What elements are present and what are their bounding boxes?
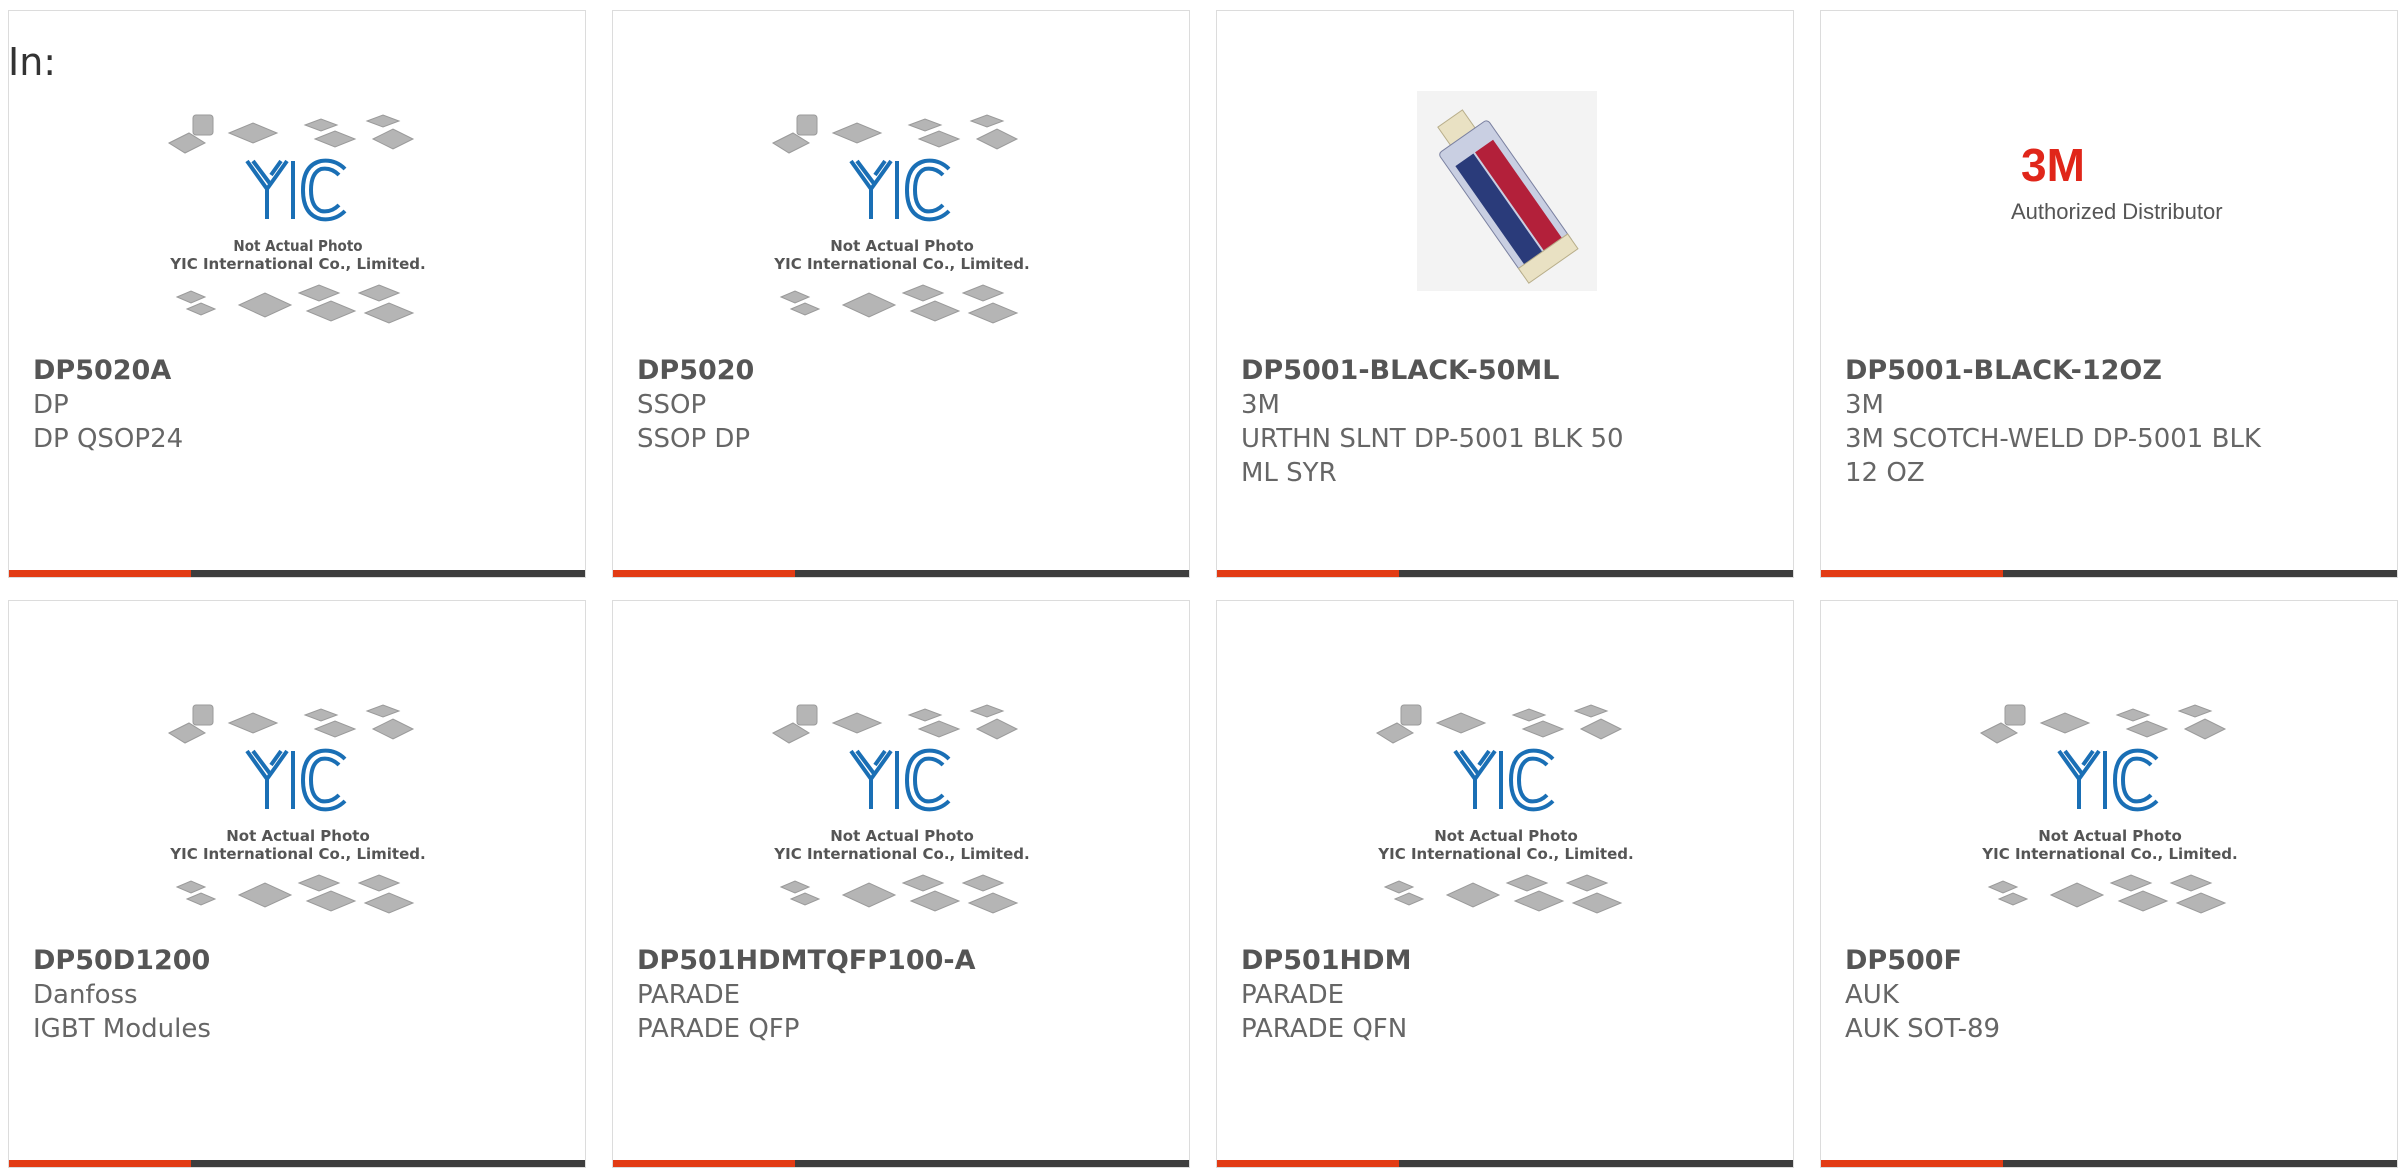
svg-text:YIC International Co., Limited: YIC International Co., Limited. — [773, 255, 1029, 273]
svg-text:Authorized Distributor: Authorized Distributor — [2011, 199, 2223, 224]
accent-segment — [1217, 1160, 1399, 1167]
description: PARADE QFN — [1241, 1014, 1408, 1044]
svg-text:YIC International Co., Limited: YIC International Co., Limited. — [1377, 845, 1633, 863]
product-image-placeholder: Not Actual Photo YIC International Co., … — [167, 114, 426, 324]
card-footer-bar — [1821, 570, 2397, 577]
product-card[interactable]: Not Actual Photo YIC International Co., … — [8, 600, 586, 1168]
product-card[interactable]: Not Actual Photo YIC International Co., … — [1820, 600, 2398, 1168]
svg-text:Not Actual Photo: Not Actual Photo — [233, 237, 362, 255]
manufacturer: 3M — [1241, 390, 1280, 420]
svg-text:Not Actual Photo: Not Actual Photo — [226, 827, 370, 845]
part-number[interactable]: DP5020A — [33, 354, 565, 388]
product-image-placeholder: Not Actual Photo YIC International Co., … — [1979, 704, 2238, 914]
card-footer-bar — [9, 570, 585, 577]
card-footer-bar — [1217, 570, 1793, 577]
product-info: DP501HDMTQFP100-A PARADE PARADE QFP — [637, 944, 1169, 1046]
product-info: DP500F AUK AUK SOT-89 — [1845, 944, 2377, 1046]
part-number[interactable]: DP50D1200 — [33, 944, 565, 978]
description: PARADE QFP — [637, 1014, 800, 1044]
description: AUK SOT-89 — [1845, 1014, 2001, 1044]
svg-text:Not Actual Photo: Not Actual Photo — [830, 827, 974, 845]
manufacturer: AUK — [1845, 980, 1899, 1010]
product-card[interactable]: DP5001-BLACK-50ML 3M URTHN SLNT DP-5001 … — [1216, 10, 1794, 578]
part-number[interactable]: DP501HDM — [1241, 944, 1773, 978]
svg-text:YIC International Co., Limited: YIC International Co., Limited. — [169, 255, 425, 273]
card-footer-bar — [613, 1160, 1189, 1167]
svg-text:YIC International Co., Limited: YIC International Co., Limited. — [1981, 845, 2237, 863]
product-card[interactable]: Not Actual Photo YIC International Co., … — [612, 600, 1190, 1168]
manufacturer: Danfoss — [33, 980, 138, 1010]
product-info: DP5001-BLACK-12OZ 3M 3M SCOTCH-WELD DP-5… — [1845, 354, 2377, 490]
part-number[interactable]: DP500F — [1845, 944, 2377, 978]
svg-text:Not Actual Photo: Not Actual Photo — [830, 237, 974, 255]
product-info: DP5020 SSOP SSOP DP — [637, 354, 1169, 456]
manufacturer: PARADE — [1241, 980, 1345, 1010]
description: 3M SCOTCH-WELD DP-5001 BLK 12 OZ — [1845, 424, 2261, 488]
manufacturer: 3M — [1845, 390, 1884, 420]
card-footer-bar — [1217, 1160, 1793, 1167]
product-info: DP50D1200 Danfoss IGBT Modules — [33, 944, 565, 1046]
product-image-placeholder: Not Actual Photo YIC International Co., … — [1375, 704, 1634, 914]
card-footer-bar — [9, 1160, 585, 1167]
part-number[interactable]: DP5020 — [637, 354, 1169, 388]
product-image-placeholder: Not Actual Photo YIC International Co., … — [771, 114, 1030, 324]
part-number[interactable]: DP501HDMTQFP100-A — [637, 944, 1169, 978]
description: IGBT Modules — [33, 1014, 211, 1044]
description: DP QSOP24 — [33, 424, 184, 454]
card-footer-bar — [613, 570, 1189, 577]
product-info: DP501HDM PARADE PARADE QFN — [1241, 944, 1773, 1046]
product-image-placeholder: Not Actual Photo YIC International Co., … — [167, 704, 426, 914]
accent-segment — [613, 1160, 795, 1167]
manufacturer: DP — [33, 390, 69, 420]
accent-segment — [1821, 570, 2003, 577]
svg-text:YIC International Co., Limited: YIC International Co., Limited. — [773, 845, 1029, 863]
description: SSOP DP — [637, 424, 751, 454]
svg-text:3M: 3M — [2021, 139, 2085, 191]
accent-segment — [9, 570, 191, 577]
svg-text:Not Actual Photo: Not Actual Photo — [1434, 827, 1578, 845]
product-card[interactable]: 3M Authorized Distributor DP5001-BLACK-1… — [1820, 10, 2398, 578]
product-image-placeholder: Not Actual Photo YIC International Co., … — [771, 704, 1030, 914]
product-image-cartridge — [1417, 91, 1597, 291]
product-info: DP5001-BLACK-50ML 3M URTHN SLNT DP-5001 … — [1241, 354, 1773, 490]
part-number[interactable]: DP5001-BLACK-12OZ — [1845, 354, 2377, 388]
svg-text:Not Actual Photo: Not Actual Photo — [2038, 827, 2182, 845]
description: URTHN SLNT DP-5001 BLK 50 ML SYR — [1241, 424, 1624, 488]
filter-in-label: In: — [8, 40, 57, 84]
product-card[interactable]: Not Actual Photo YIC International Co., … — [8, 10, 586, 578]
accent-segment — [1821, 1160, 2003, 1167]
product-info: DP5020A DP DP QSOP24 — [33, 354, 565, 456]
brand-logo-3m: 3M Authorized Distributor — [2011, 139, 2223, 224]
product-card[interactable]: Not Actual Photo YIC International Co., … — [1216, 600, 1794, 1168]
accent-segment — [613, 570, 795, 577]
card-footer-bar — [1821, 1160, 2397, 1167]
product-card[interactable]: Not Actual Photo YIC International Co., … — [612, 10, 1190, 578]
svg-text:YIC International Co., Limited: YIC International Co., Limited. — [169, 845, 425, 863]
part-number[interactable]: DP5001-BLACK-50ML — [1241, 354, 1773, 388]
accent-segment — [1217, 570, 1399, 577]
manufacturer: PARADE — [637, 980, 741, 1010]
manufacturer: SSOP — [637, 390, 707, 420]
accent-segment — [9, 1160, 191, 1167]
